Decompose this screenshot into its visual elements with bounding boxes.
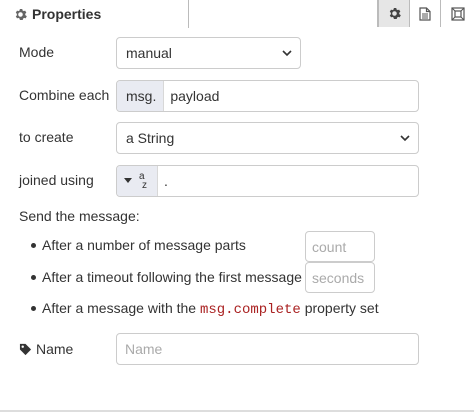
bullet [31, 243, 36, 248]
combine-value: payload [170, 88, 220, 104]
option-complete-label: After a message with the msg.complete pr… [42, 300, 379, 318]
create-select[interactable]: a String [116, 122, 419, 154]
joined-label: joined using [19, 172, 94, 188]
mode-select-value: manual [126, 45, 172, 61]
string-type-selector[interactable]: az [117, 166, 158, 196]
count-input[interactable]: count [305, 231, 375, 262]
option-count-label: After a number of message parts [42, 237, 246, 253]
combine-typed-input[interactable]: msg. payload [116, 80, 419, 112]
joined-typed-input[interactable]: az . [116, 165, 419, 197]
name-placeholder: Name [125, 341, 163, 357]
combine-label: Combine each [19, 87, 110, 103]
frame-icon [450, 6, 465, 21]
mode-select[interactable]: manual [116, 37, 301, 69]
msg-complete-code: msg.complete [199, 302, 301, 318]
chevron-down-icon [400, 135, 410, 142]
option-complete-after: property set [304, 300, 379, 316]
create-select-value: a String [126, 130, 175, 146]
gear-icon [389, 7, 401, 20]
timeout-placeholder: seconds [312, 269, 365, 286]
send-heading: Send the message: [19, 208, 140, 224]
document-icon [419, 6, 431, 21]
timeout-input[interactable]: seconds [305, 262, 375, 293]
name-label-text: Name [36, 341, 74, 357]
tab-appearance[interactable] [440, 0, 474, 27]
tab-description[interactable] [409, 0, 440, 27]
chevron-down-icon [282, 50, 292, 57]
create-label: to create [19, 129, 74, 145]
tab-empty-area [189, 0, 378, 27]
tag-icon [19, 343, 32, 355]
name-input[interactable]: Name [116, 333, 419, 365]
msg-type-selector[interactable]: msg. [117, 81, 165, 111]
count-placeholder: count [312, 238, 347, 255]
option-complete-before: After a message with the [42, 300, 197, 316]
string-type-icon: az [139, 171, 147, 191]
bullet [31, 306, 36, 311]
tab-settings[interactable] [378, 0, 409, 27]
tab-properties[interactable]: Properties [0, 0, 189, 28]
tab-properties-label: Properties [32, 6, 102, 22]
mode-label: Mode [19, 44, 55, 60]
option-timeout-label: After a timeout following the first mess… [42, 269, 302, 285]
joiner-value: . [164, 173, 168, 189]
gear-icon [15, 8, 27, 20]
bullet [31, 275, 36, 280]
caret-down-icon [124, 178, 132, 183]
name-label: Name [19, 341, 73, 357]
